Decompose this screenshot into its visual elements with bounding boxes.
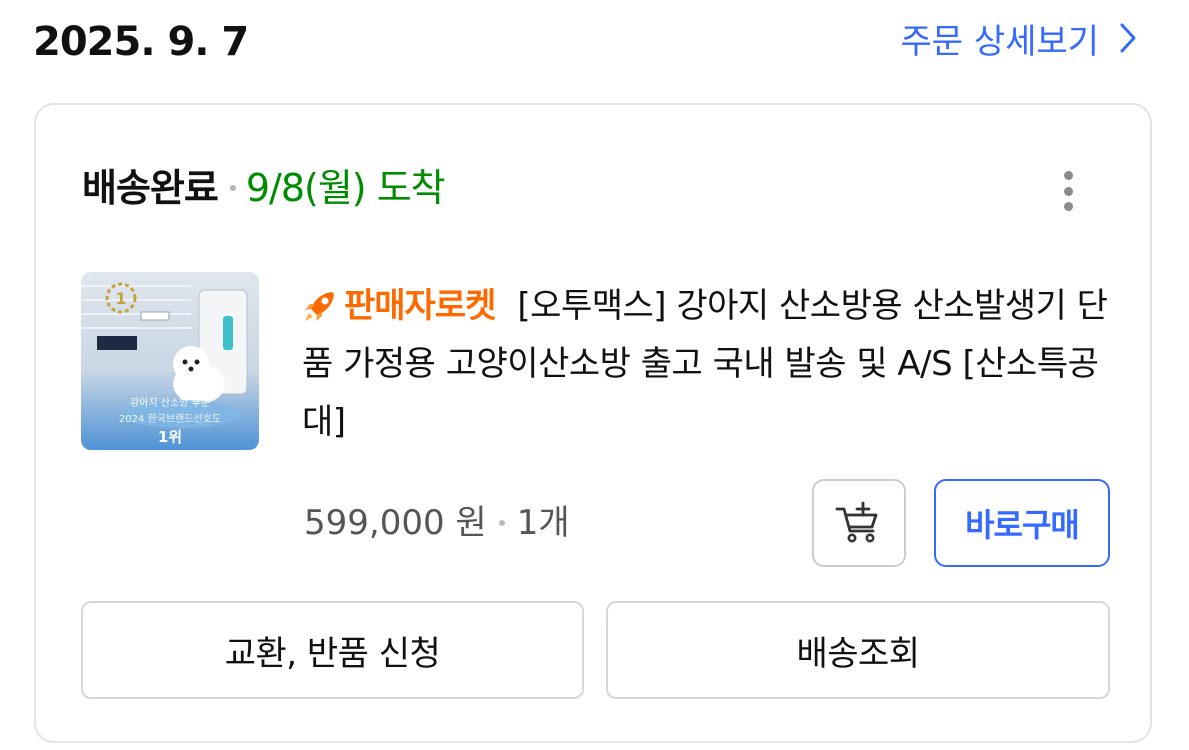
exchange-return-button[interactable]: 교환, 반품 신청 [81, 601, 584, 699]
thumbnail-rank: 1위 [158, 428, 182, 446]
arrival-date: 9/8(월) 도착 [245, 166, 446, 210]
rocket-icon [305, 292, 334, 321]
award-digit: 1 [115, 289, 126, 308]
product-title[interactable]: 판매자로켓 [오투맥스] 강아지 산소방용 산소발생기 단품 가정용 고양이산소방… [302, 277, 1112, 451]
separator-dot [498, 520, 505, 526]
delivery-status-row: 배송완료 9/8(월) 도착 [82, 163, 446, 213]
price-row: 599,000 원 1개 [304, 501, 570, 545]
chevron-right-icon [1120, 23, 1136, 53]
product-price: 599,000 원 [304, 503, 487, 543]
order-card: 배송완료 9/8(월) 도착 1 강아지 산소방 부문 2024 한국브랜드선호… [34, 103, 1152, 743]
cart-plus-icon [835, 501, 878, 543]
product-thumbnail[interactable]: 1 강아지 산소방 부문 2024 한국브랜드선호도 1위 [81, 272, 259, 450]
thumbnail-caption-1: 강아지 산소방 부문 [130, 397, 210, 409]
order-detail-link[interactable]: 주문 상세보기 [900, 16, 1138, 62]
add-to-cart-button[interactable] [812, 479, 906, 567]
more-vertical-icon[interactable] [1048, 167, 1088, 215]
delivery-status: 배송완료 [82, 166, 219, 210]
seller-rocket-badge: 판매자로켓 [302, 277, 496, 335]
thumbnail-caption-2: 2024 한국브랜드선호도 [119, 413, 221, 425]
order-detail-label: 주문 상세보기 [900, 21, 1100, 62]
buy-now-button[interactable]: 바로구매 [934, 479, 1110, 567]
seller-rocket-label: 판매자로켓 [344, 286, 496, 326]
track-delivery-button[interactable]: 배송조회 [606, 601, 1110, 699]
order-date: 2025. 9. 7 [33, 19, 249, 65]
separator-dot [229, 185, 236, 191]
product-quantity: 1개 [516, 503, 570, 543]
